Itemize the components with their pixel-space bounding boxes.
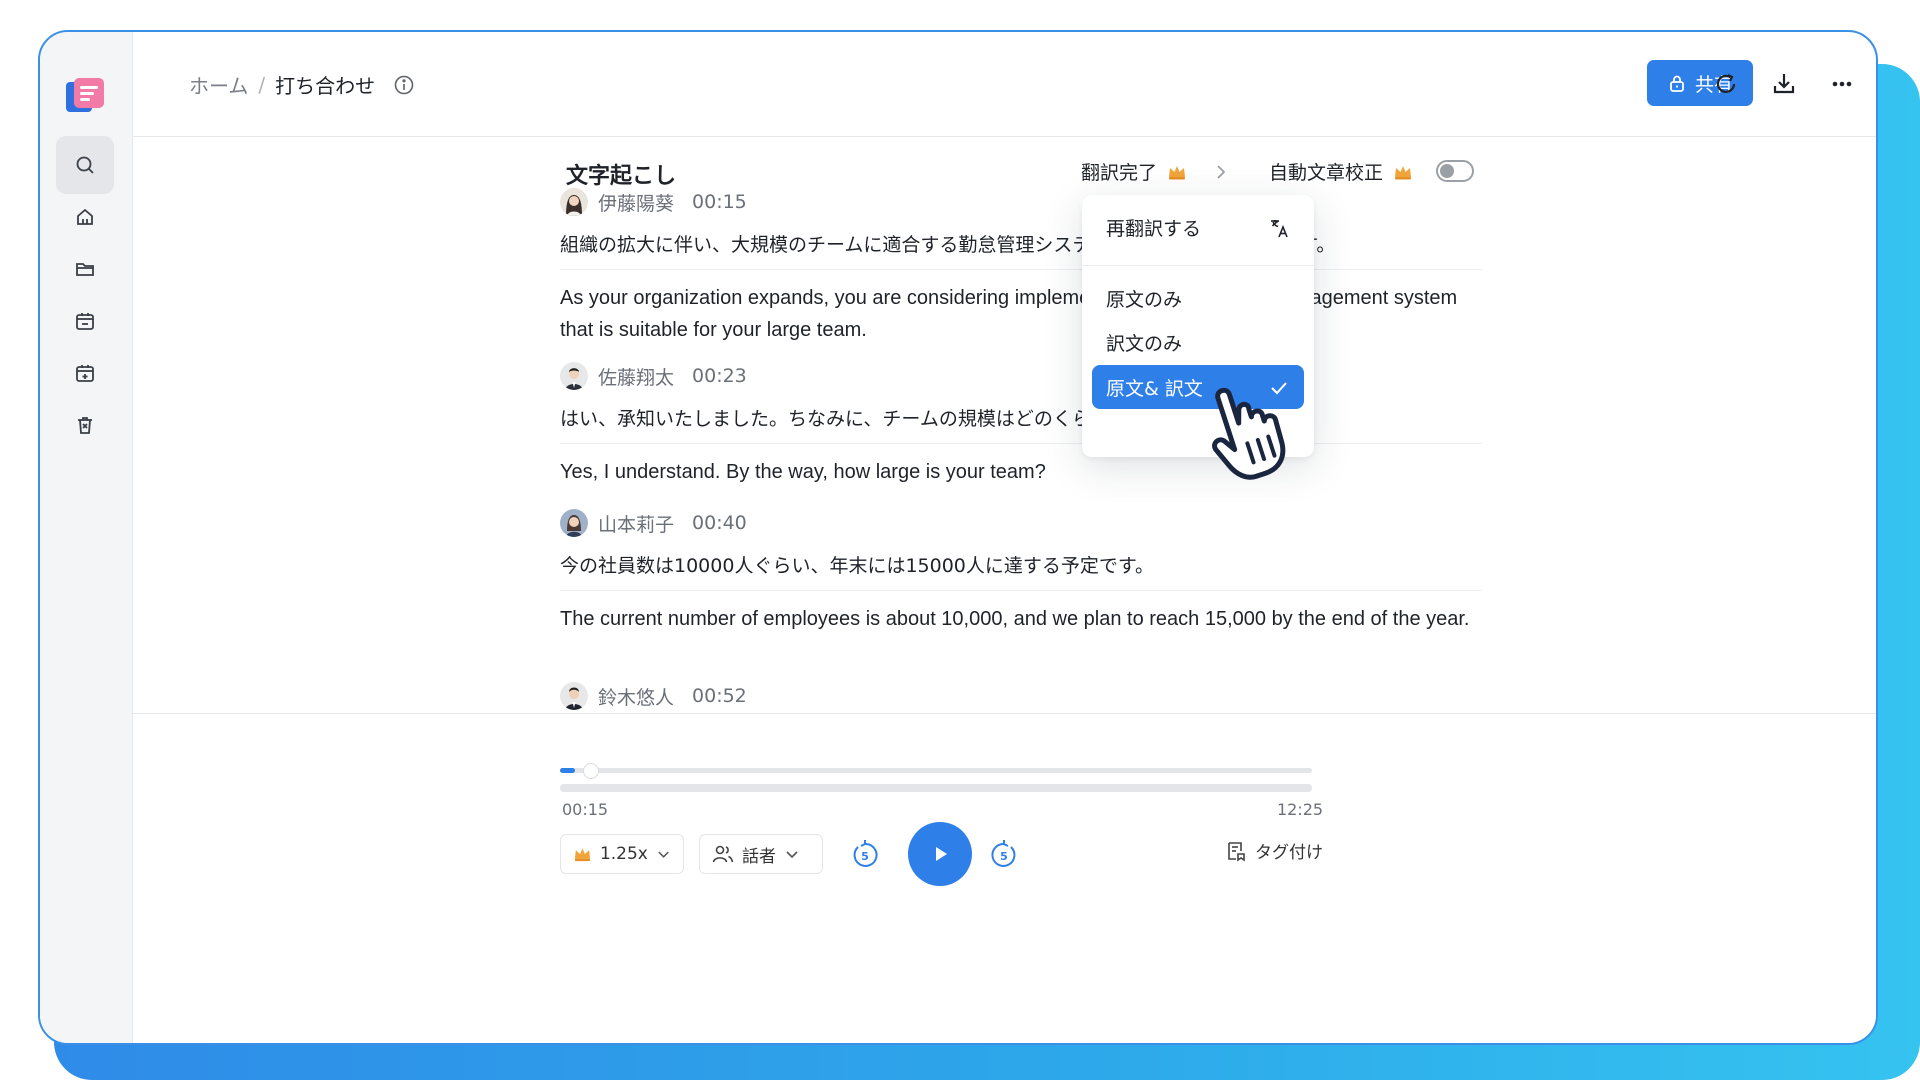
- speed-label: 1.25x: [599, 844, 648, 864]
- download-icon[interactable]: [1769, 69, 1799, 99]
- crown-icon: [1395, 165, 1412, 179]
- speaker-row: 山本莉子 00:40: [560, 509, 1482, 537]
- speaker-row: 伊藤陽葵 00:15: [560, 188, 1482, 216]
- play-icon: [936, 847, 947, 861]
- info-icon[interactable]: [393, 74, 415, 96]
- retranslate-option[interactable]: 再翻訳する: [1092, 205, 1304, 249]
- avatar: [560, 682, 588, 710]
- speaker-select[interactable]: 話者: [699, 834, 823, 874]
- speaker-time[interactable]: 00:23: [692, 365, 747, 387]
- original-text: 組織の拡大に伴い、大規模のチームに適合する勤怠管理システムの導入を検討しています…: [560, 230, 1482, 270]
- autocorrect: 自動文章校正: [1269, 158, 1413, 185]
- option-original-only[interactable]: 原文のみ: [1092, 276, 1304, 320]
- chevron-down-icon: [786, 851, 798, 859]
- transcript-entry: 山本莉子 00:40 今の社員数は10000人ぐらい、年末には15000人に達す…: [560, 509, 1482, 635]
- forward-seconds: 5: [1000, 850, 1008, 863]
- transcript-title: 文字起こし: [566, 164, 677, 189]
- translated-text: Yes, I understand. By the way, how large…: [560, 461, 1046, 483]
- translation-status-label: 翻訳完了: [1081, 162, 1158, 184]
- breadcrumb-separator: /: [258, 72, 266, 97]
- sidebar-item-folder[interactable]: [56, 240, 114, 298]
- calendar-icon: [76, 313, 94, 330]
- progress-bar[interactable]: [560, 763, 1312, 779]
- top-header: ホーム / 打ち合わせ 共有: [133, 32, 1876, 137]
- progress-handle[interactable]: [583, 763, 600, 779]
- translate-icon: [1271, 220, 1288, 238]
- sidebar: [40, 32, 133, 1043]
- breadcrumb-current: 打ち合わせ: [275, 74, 376, 98]
- app-logo: [62, 74, 110, 118]
- translated-text: As your organization expands, you are co…: [560, 287, 1458, 341]
- transcript-entry: 伊藤陽葵 00:15 組織の拡大に伴い、大規模のチームに適合する勤怠管理システム…: [560, 188, 1482, 346]
- speaker-name: 佐藤翔太: [598, 366, 675, 389]
- lock-icon: [1670, 75, 1684, 92]
- transcript-entry: 鈴木悠人 00:52: [560, 682, 1482, 710]
- speaker-row: 鈴木悠人 00:52: [560, 682, 1482, 710]
- dropdown-separator: [1082, 265, 1314, 266]
- speaker-row: 佐藤翔太 00:23: [560, 362, 1482, 390]
- progress-fill: [560, 768, 576, 773]
- autocorrect-toggle[interactable]: [1436, 160, 1474, 182]
- tag-icon: [1228, 841, 1245, 861]
- chevron-right-icon: [1217, 164, 1226, 179]
- search-icon: [76, 156, 94, 174]
- sidebar-item-home[interactable]: [56, 188, 114, 246]
- refresh-icon[interactable]: [1711, 69, 1741, 99]
- option-label: 原文& 訳文: [1106, 377, 1203, 400]
- speaker-label: 話者: [742, 846, 776, 867]
- sidebar-item-schedule[interactable]: [56, 344, 114, 402]
- waveform-track[interactable]: [560, 784, 1312, 792]
- folder-icon: [76, 263, 94, 276]
- speaker-time[interactable]: 00:15: [692, 191, 747, 213]
- translation-status[interactable]: 翻訳完了: [1081, 158, 1231, 185]
- tag-button[interactable]: タグ付け: [1225, 838, 1323, 863]
- sidebar-item-calendar[interactable]: [56, 292, 114, 350]
- avatar: [560, 188, 588, 216]
- app-window: ホーム / 打ち合わせ 共有 文字起こし 翻訳完了 自動文章校正 伊藤陽葵 00…: [38, 30, 1878, 1045]
- speaker-name: 伊藤陽葵: [598, 192, 675, 215]
- rewind-5-icon[interactable]: 5: [848, 838, 882, 872]
- speaker-time[interactable]: 00:40: [692, 512, 747, 534]
- hand-cursor-icon: [1212, 387, 1286, 480]
- avatar: [560, 362, 588, 390]
- rewind-seconds: 5: [861, 850, 869, 863]
- audio-player: 00:15 12:25 1.25x 話者 5 5 タグ付け: [133, 713, 1876, 1043]
- forward-5-icon[interactable]: 5: [987, 838, 1021, 872]
- sidebar-item-trash[interactable]: [56, 396, 114, 454]
- total-time: 12:25: [1277, 800, 1324, 819]
- crown-icon: [1169, 165, 1186, 179]
- people-icon: [712, 845, 734, 863]
- avatar: [560, 509, 588, 537]
- sidebar-item-search[interactable]: [56, 136, 114, 194]
- option-translation-only[interactable]: 訳文のみ: [1092, 320, 1304, 364]
- original-text: 今の社員数は10000人ぐらい、年末には15000人に達する予定です。: [560, 551, 1482, 591]
- play-button[interactable]: [908, 822, 972, 886]
- breadcrumb-home[interactable]: ホーム: [189, 70, 248, 99]
- speaker-name: 山本莉子: [598, 513, 675, 536]
- current-time: 00:15: [562, 800, 609, 819]
- autocorrect-label: 自動文章校正: [1269, 162, 1384, 184]
- translated-text: The current number of employees is about…: [560, 608, 1470, 630]
- tag-label: タグ付け: [1255, 843, 1323, 863]
- transcript-entry: 佐藤翔太 00:23 はい、承知いたしました。ちなみに、チームの規模はどのくらい…: [560, 362, 1482, 488]
- calendar-add-icon: [76, 365, 94, 382]
- speaker-name: 鈴木悠人: [598, 686, 675, 709]
- more-icon[interactable]: [1827, 69, 1857, 99]
- chevron-down-icon: [658, 851, 669, 858]
- crown-icon: [574, 848, 591, 862]
- speed-select[interactable]: 1.25x: [560, 834, 684, 874]
- breadcrumb: ホーム / 打ち合わせ: [189, 70, 415, 99]
- original-text: はい、承知いたしました。ちなみに、チームの規模はどのくらいでしょうか。: [560, 404, 1482, 444]
- home-icon: [77, 208, 93, 225]
- speaker-time[interactable]: 00:52: [692, 685, 747, 707]
- retranslate-label: 再翻訳する: [1106, 217, 1202, 240]
- trash-icon: [78, 417, 92, 434]
- toggle-knob: [1440, 164, 1454, 178]
